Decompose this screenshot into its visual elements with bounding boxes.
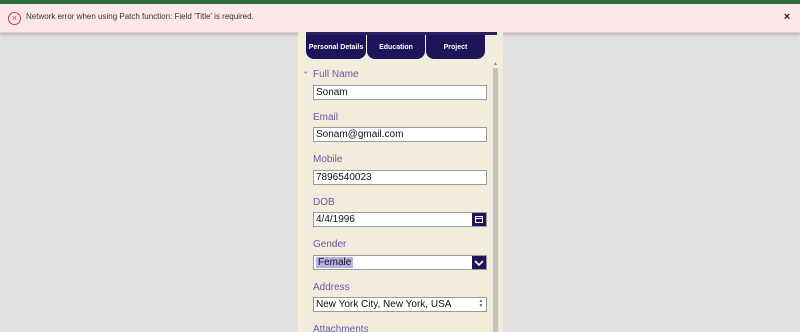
address-value: New York City, New York, USA	[316, 299, 452, 310]
mobile-input[interactable]: 7896540023	[313, 170, 487, 185]
full-name-label: Full Name	[313, 69, 359, 80]
full-name-input[interactable]: Sonam	[313, 85, 487, 100]
email-label: Email	[313, 112, 339, 123]
scroll-spinner-icon[interactable]: ▲ ▼	[478, 299, 484, 310]
tab-education[interactable]: Education	[367, 35, 425, 59]
tab-project[interactable]: Project	[426, 35, 485, 59]
attachments-label: Attachments	[313, 324, 369, 332]
address-label: Address	[313, 282, 350, 293]
form-panel: Personal Details Education Project * Ful…	[298, 32, 503, 332]
tab-bar: Personal Details Education Project	[298, 32, 503, 60]
chevron-down-icon[interactable]	[472, 256, 486, 269]
dob-label: DOB	[313, 197, 335, 208]
error-message: Network error when using Patch function:…	[26, 12, 254, 21]
mobile-label: Mobile	[313, 154, 343, 165]
gender-dropdown[interactable]: Female	[313, 255, 487, 270]
form-scrollbar[interactable]: ▲	[493, 62, 498, 332]
tab-personal-details[interactable]: Personal Details	[306, 35, 366, 59]
error-notification-bar: × Network error when using Patch functio…	[0, 4, 800, 33]
dob-value: 4/4/1996	[316, 214, 355, 225]
calendar-icon[interactable]	[472, 213, 486, 226]
error-circle-icon: ×	[8, 12, 21, 25]
gender-label: Gender	[313, 239, 347, 250]
scroll-up-icon[interactable]: ▲	[493, 62, 498, 67]
required-marker: *	[304, 70, 308, 79]
gender-selected-value: Female	[316, 257, 354, 268]
close-icon[interactable]: ×	[780, 10, 794, 24]
address-textarea[interactable]: New York City, New York, USA ▲ ▼	[313, 297, 487, 312]
email-input[interactable]: Sonam@gmail.com	[313, 127, 487, 142]
scroll-thumb[interactable]	[493, 68, 498, 332]
dob-datepicker[interactable]: 4/4/1996	[313, 212, 487, 227]
